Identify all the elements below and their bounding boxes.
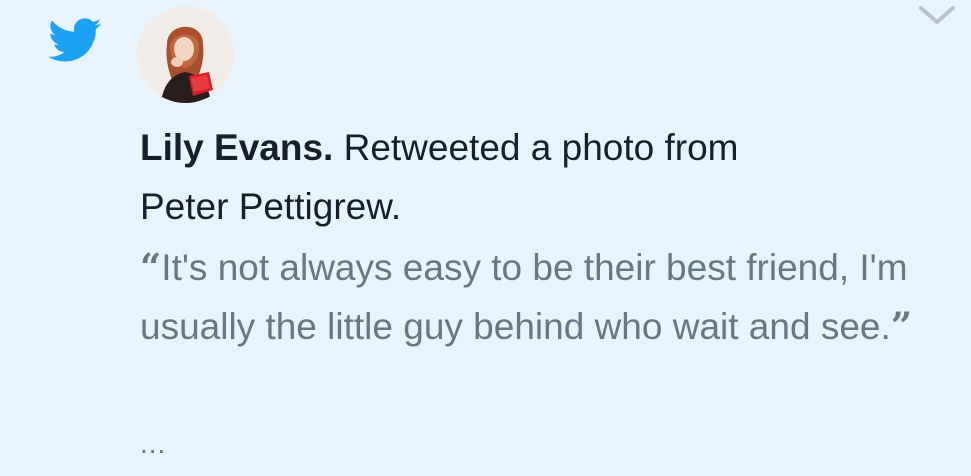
notification-text: Lily Evans. Retweeted a photo from Peter… [140, 118, 940, 356]
retweet-header: Lily Evans. Retweeted a photo from Peter… [140, 118, 940, 236]
twitter-bird-icon [48, 18, 102, 62]
quote-text: It's not always easy to be their best fr… [140, 247, 908, 347]
source-user-name[interactable]: Peter Pettigrew. [140, 186, 401, 227]
avatar[interactable] [137, 6, 234, 103]
avatar-image [137, 6, 234, 103]
author-name[interactable]: Lily Evans. [140, 127, 333, 168]
more-ellipsis[interactable]: ... [140, 428, 166, 460]
quote-open-mark: “ [140, 245, 162, 289]
retweet-action-text: Retweeted a photo from [343, 127, 739, 168]
chevron-down-icon[interactable] [917, 2, 957, 28]
tweet-quote[interactable]: “It's not always easy to be their best f… [140, 238, 940, 356]
quote-close-mark: ” [890, 304, 913, 348]
